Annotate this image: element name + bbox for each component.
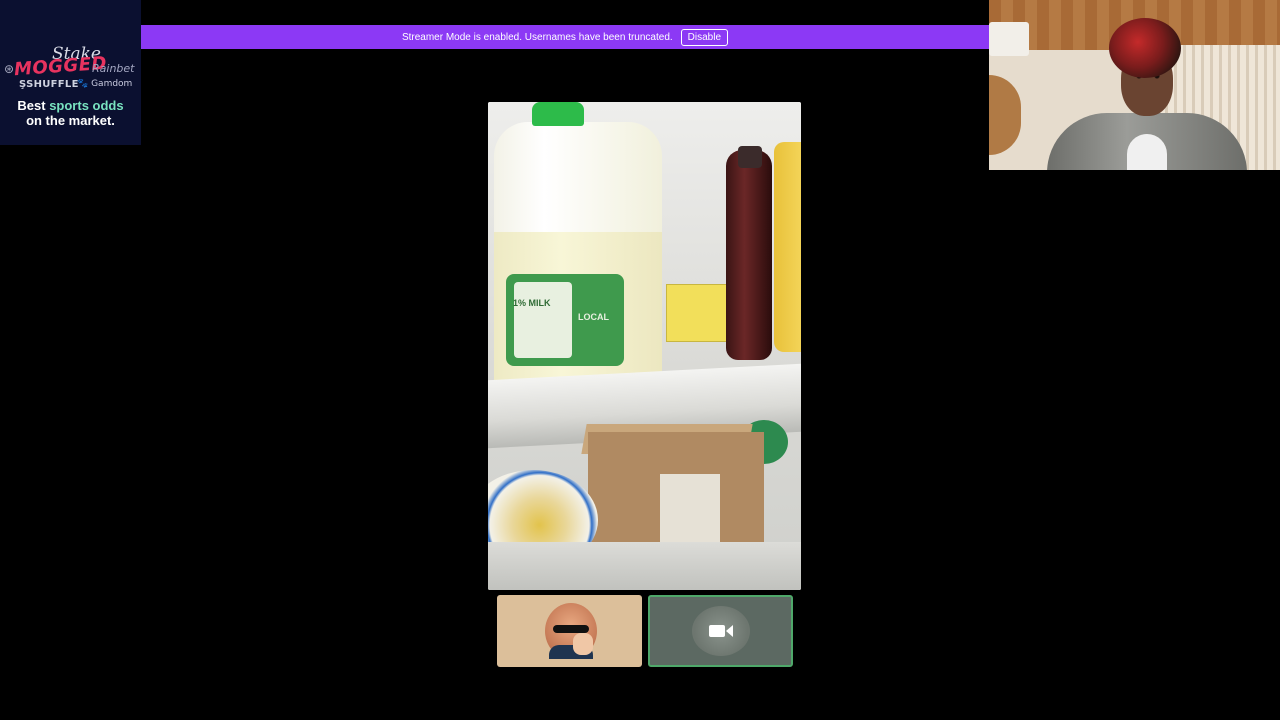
tagline-highlight: sports odds: [49, 98, 124, 113]
streamer-mode-banner: Streamer Mode is enabled. Usernames have…: [141, 25, 989, 49]
disable-streamer-mode-button[interactable]: Disable: [680, 28, 729, 46]
cardboard-box-label: [660, 474, 720, 544]
partner-logo-icon: ⊛: [4, 62, 15, 76]
milk-cap: [532, 102, 584, 126]
participant-avatar-circle: [692, 606, 750, 656]
webcam-air-conditioner: [989, 22, 1029, 56]
webcam-person: [1047, 18, 1247, 170]
sponsor-logos: ⊛ Stake MOGGED Rainbet ŞSHUFFLE 🐾 Gamdom: [0, 0, 141, 95]
shuffle-logo: ŞSHUFFLE: [19, 79, 79, 90]
syrup-bottle: [726, 150, 772, 360]
streamer-webcam: [989, 0, 1280, 170]
rainbet-logo: Rainbet: [92, 62, 135, 75]
gamdom-logo-text: Gamdom: [91, 79, 133, 89]
main-video-feed[interactable]: 1% MILK LOCAL: [488, 102, 801, 590]
banner-message: Streamer Mode is enabled. Usernames have…: [401, 31, 673, 43]
syrup-bottle-cap: [738, 146, 762, 168]
butter-box: [666, 284, 730, 342]
participant-tile-avatar[interactable]: [497, 595, 642, 667]
participant-tile-camera-off[interactable]: [648, 595, 793, 667]
camera-lens: [726, 625, 733, 637]
video-camera-icon: [709, 625, 733, 637]
shuffle-logo-text: SHUFFLE: [26, 79, 79, 90]
gamdom-logo: 🐾 Gamdom: [77, 79, 133, 89]
fridge-bottom-shelf: [488, 542, 801, 590]
sponsor-ad-overlay: ⊛ Stake MOGGED Rainbet ŞSHUFFLE 🐾 Gamdom…: [0, 0, 141, 145]
webcam-shirt: [1127, 134, 1167, 170]
webcam-hair: [1109, 18, 1181, 78]
milk-label-inner: [514, 282, 572, 358]
tagline-start: Best: [17, 98, 50, 113]
tagline-end: on the market.: [26, 113, 115, 128]
camera-body: [709, 625, 725, 637]
yellow-bottle: [774, 142, 801, 352]
sponsor-tagline: Best sports odds on the market.: [0, 98, 141, 128]
avatar-glasses: [553, 625, 589, 633]
milk-label-text: 1% MILK: [513, 298, 551, 308]
milk-local-text: LOCAL: [578, 312, 609, 322]
avatar-hand: [573, 633, 593, 655]
avatar-sunglasses-icon: [545, 603, 597, 659]
